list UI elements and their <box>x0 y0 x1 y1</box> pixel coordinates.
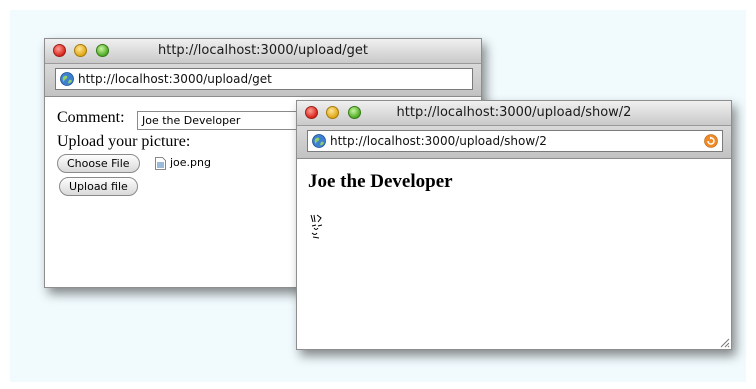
face-sketch-image <box>310 214 323 239</box>
address-bar[interactable]: http://localhost:3000/upload/get <box>55 68 473 90</box>
comment-label: Comment: <box>57 109 125 126</box>
address-url: http://localhost:3000/upload/get <box>78 72 272 86</box>
globe-icon <box>312 134 326 148</box>
reload-icon[interactable] <box>704 134 718 148</box>
toolbar: http://localhost:3000/upload/get <box>45 64 481 97</box>
page-heading: Joe the Developer <box>308 171 453 192</box>
toolbar: http://localhost:3000/upload/show/2 <box>297 126 731 159</box>
globe-icon <box>60 72 74 86</box>
comment-input[interactable]: Joe the Developer <box>137 111 297 130</box>
title-bar[interactable]: http://localhost:3000/upload/show/2 <box>297 101 731 126</box>
window-title: http://localhost:3000/upload/get <box>157 43 369 58</box>
resize-grip-icon[interactable] <box>718 336 730 348</box>
upload-file-button[interactable]: Upload file <box>59 177 138 196</box>
title-bar[interactable]: http://localhost:3000/upload/get <box>45 39 481 64</box>
address-url: http://localhost:3000/upload/show/2 <box>330 134 547 148</box>
upload-label: Upload your picture: <box>57 133 191 150</box>
choose-file-button[interactable]: Choose File <box>57 154 140 173</box>
chosen-file-name: joe.png <box>170 156 211 169</box>
window-title: http://localhost:3000/upload/show/2 <box>396 105 632 120</box>
show-browser-window: http://localhost:3000/upload/show/2 http… <box>296 100 732 350</box>
file-icon <box>155 157 166 170</box>
page-content: Joe the Developer <box>297 159 731 349</box>
address-bar[interactable]: http://localhost:3000/upload/show/2 <box>307 130 723 152</box>
